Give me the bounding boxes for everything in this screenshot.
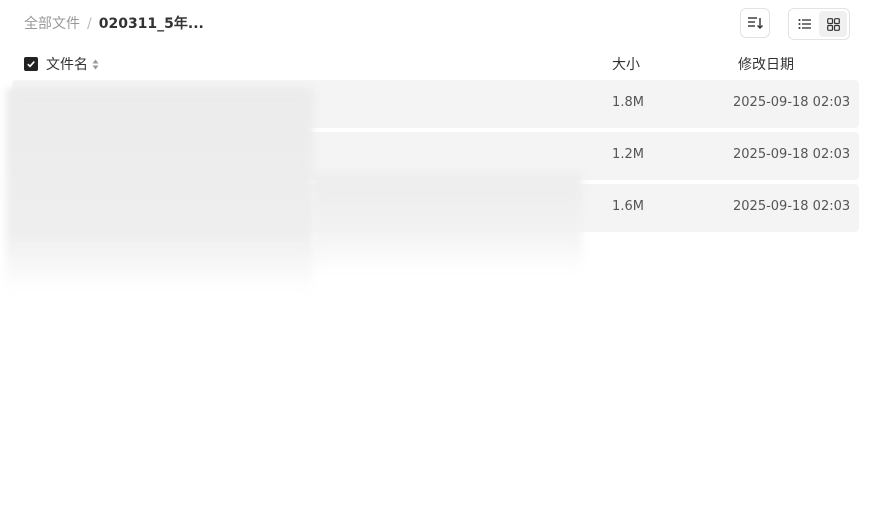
- file-size: 1.2M: [612, 147, 644, 162]
- select-all-checkbox[interactable]: [24, 57, 38, 71]
- column-header-name-label: 文件名: [46, 57, 88, 73]
- file-size: 1.6M: [612, 199, 644, 214]
- sort-button[interactable]: [740, 8, 770, 38]
- view-toggle: [788, 8, 850, 40]
- file-modified-date: 2025-09-18 02:03: [733, 199, 851, 214]
- file-size: 1.8M: [612, 95, 644, 110]
- sort-icon: [748, 17, 763, 29]
- file-modified-date: 2025-09-18 02:03: [733, 147, 851, 162]
- column-header-name[interactable]: 文件名: [46, 54, 99, 74]
- breadcrumb-separator: /: [87, 16, 92, 32]
- sort-caret-icon[interactable]: [92, 59, 99, 70]
- breadcrumb-root[interactable]: 全部文件: [24, 14, 80, 34]
- top-bar: 全部文件 / 020311_5年...: [0, 0, 874, 48]
- column-header-size[interactable]: 大小: [612, 54, 640, 74]
- list-view-button[interactable]: [791, 11, 819, 37]
- redacted-filename-area: [313, 174, 582, 274]
- table-header: 文件名 大小 修改日期: [0, 50, 874, 78]
- grid-view-button[interactable]: [819, 11, 847, 37]
- redacted-filename-area: [6, 88, 313, 293]
- list-view-icon: [798, 19, 811, 29]
- breadcrumb: 全部文件 / 020311_5年...: [24, 14, 204, 34]
- grid-view-icon: [826, 17, 840, 31]
- column-header-modified[interactable]: 修改日期: [738, 54, 794, 74]
- breadcrumb-current: 020311_5年...: [98, 16, 204, 32]
- check-icon: [27, 61, 35, 68]
- file-modified-date: 2025-09-18 02:03: [733, 95, 851, 110]
